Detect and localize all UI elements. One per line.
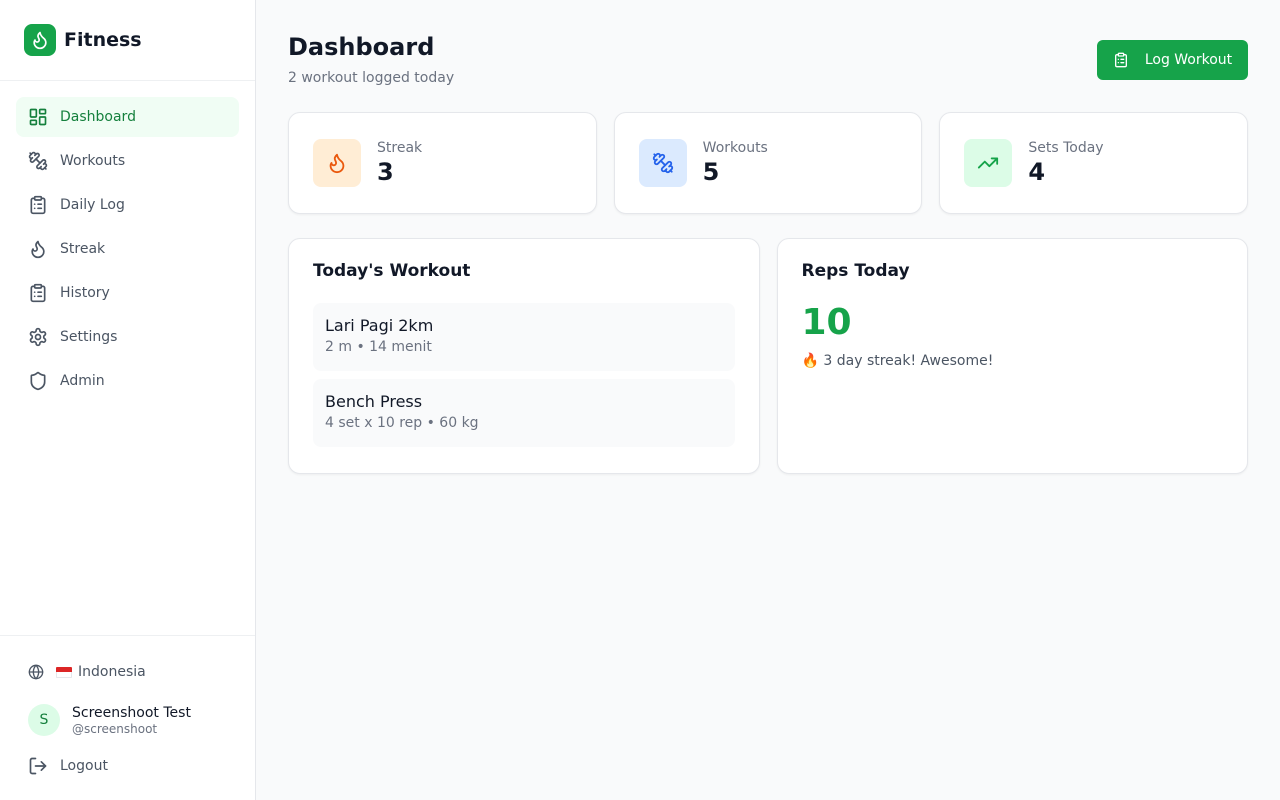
panel-title: Today's Workout xyxy=(313,261,471,281)
sidebar-footer: Indonesia S Screenshoot Test @screenshoo… xyxy=(0,635,255,800)
stat-value: 3 xyxy=(377,158,394,186)
sidebar-item-workouts[interactable]: Workouts xyxy=(16,141,239,181)
avatar: S xyxy=(28,704,60,736)
flame-icon xyxy=(313,139,361,187)
sidebar-item-label: Dashboard xyxy=(60,109,136,125)
flame-icon xyxy=(31,240,45,259)
globe-icon xyxy=(28,664,44,680)
stat-text: Workouts 5 xyxy=(703,140,768,186)
user-info: Screenshoot Test @screenshoot xyxy=(72,705,191,736)
user-profile: S Screenshoot Test @screenshoot xyxy=(16,700,239,740)
stat-label: Sets Today xyxy=(1028,140,1104,156)
workout-list: Lari Pagi 2km 2 m • 14 menit Bench Press… xyxy=(313,303,735,447)
stat-card-streak: Streak 3 xyxy=(288,112,597,214)
sidebar-item-label: Workouts xyxy=(60,153,126,169)
sidebar-item-history[interactable]: History xyxy=(16,273,239,313)
dashboard-icon xyxy=(29,108,47,126)
logout-button[interactable]: Logout xyxy=(16,746,239,786)
workout-name: Lari Pagi 2km xyxy=(325,316,434,335)
panel-title: Reps Today xyxy=(801,261,910,281)
sidebar-item-label: History xyxy=(60,285,110,301)
clipboard-icon xyxy=(1114,52,1127,68)
sidebar-item-settings[interactable]: Settings xyxy=(16,317,239,357)
language-label: Indonesia xyxy=(78,664,146,680)
sidebar-item-label: Admin xyxy=(60,373,105,389)
list-item[interactable]: Lari Pagi 2km 2 m • 14 menit xyxy=(313,303,735,371)
stat-label: Workouts xyxy=(702,140,768,156)
workout-name: Bench Press xyxy=(325,392,423,411)
log-workout-button[interactable]: Log Workout xyxy=(1097,40,1248,80)
sidebar: Fitness Dashboard Workouts Daily Log Str… xyxy=(0,0,256,800)
panels-row: Today's Workout Lari Pagi 2km 2 m • 14 m… xyxy=(288,238,1248,474)
dumbbell-icon xyxy=(28,151,48,171)
sidebar-item-label: Streak xyxy=(60,241,106,257)
main-content: Dashboard 2 workout logged today Log Wor… xyxy=(288,32,1249,474)
clipboard-icon xyxy=(30,195,46,215)
stat-card-workouts: Workouts 5 xyxy=(613,112,923,214)
list-item[interactable]: Bench Press 4 set x 10 rep • 60 kg xyxy=(313,379,735,447)
log-workout-label: Log Workout xyxy=(1144,52,1233,68)
sidebar-item-dashboard[interactable]: Dashboard xyxy=(16,97,239,137)
reps-today-panel: Reps Today 10 🔥 3 day streak! Awesome! xyxy=(776,238,1248,474)
gear-icon xyxy=(29,327,47,347)
indonesia-flag-icon xyxy=(56,666,72,678)
clipboard-list-icon xyxy=(30,283,46,303)
streak-note: 🔥 3 day streak! Awesome! xyxy=(801,353,994,369)
sidebar-nav: Dashboard Workouts Daily Log Streak Hist… xyxy=(0,81,255,401)
logout-label: Logout xyxy=(60,758,108,774)
workout-detail: 4 set x 10 rep • 60 kg xyxy=(325,415,479,431)
stats-row: Streak 3 Workouts 5 Sets Today 4 xyxy=(288,112,1249,214)
user-handle: @screenshoot xyxy=(72,721,158,736)
sidebar-item-streak[interactable]: Streak xyxy=(16,229,239,269)
stat-text: Streak 3 xyxy=(377,140,422,186)
brand: Fitness xyxy=(0,0,255,81)
sidebar-item-label: Daily Log xyxy=(60,197,125,213)
reps-value: 10 xyxy=(801,302,852,343)
language-selector[interactable]: Indonesia xyxy=(16,652,239,692)
stat-card-sets-today: Sets Today 4 xyxy=(939,112,1249,214)
trending-up-icon xyxy=(964,139,1013,187)
flame-icon xyxy=(24,24,56,56)
dumbbell-icon xyxy=(638,139,687,187)
sidebar-item-daily-log[interactable]: Daily Log xyxy=(16,185,239,225)
stat-text: Sets Today 4 xyxy=(1028,140,1103,186)
brand-name: Fitness xyxy=(64,29,142,51)
shield-icon xyxy=(30,371,46,391)
todays-workout-panel: Today's Workout Lari Pagi 2km 2 m • 14 m… xyxy=(288,238,760,474)
stat-value: 5 xyxy=(702,158,720,186)
stat-value: 4 xyxy=(1028,158,1046,186)
logout-icon xyxy=(29,757,47,775)
workout-detail: 2 m • 14 menit xyxy=(325,339,432,355)
sidebar-item-admin[interactable]: Admin xyxy=(16,361,239,401)
sidebar-item-label: Settings xyxy=(60,329,118,345)
user-name: Screenshoot Test xyxy=(72,704,191,721)
stat-label: Streak xyxy=(377,140,423,156)
